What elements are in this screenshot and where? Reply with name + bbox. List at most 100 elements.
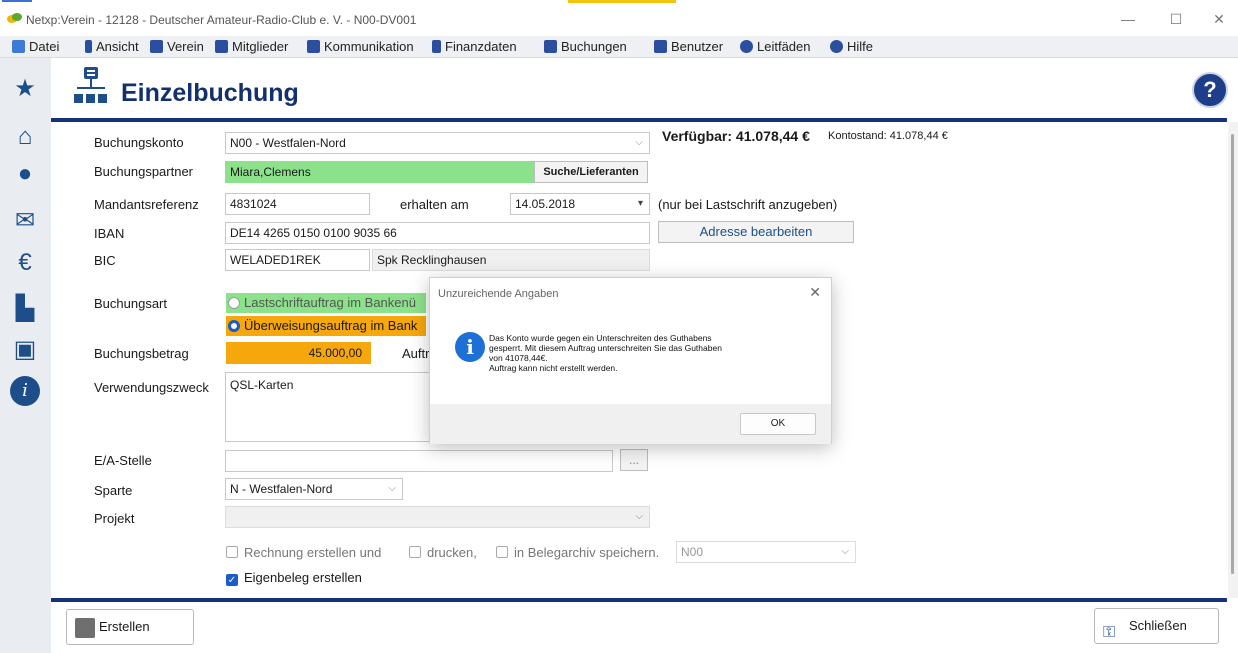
- rechnung-checkbox[interactable]: Rechnung erstellen und: [226, 545, 381, 560]
- user-admin-icon[interactable]: ▣: [10, 335, 40, 365]
- menu-bar: Datei Ansicht Verein Mitglieder Kommunik…: [0, 36, 1238, 58]
- checkbox-box: [226, 546, 238, 558]
- bic-label: BIC: [94, 253, 116, 268]
- lastschrift-note: (nur bei Lastschrift anzugeben): [658, 197, 838, 212]
- schliessen-button[interactable]: ⚿ Schließen: [1094, 608, 1219, 644]
- close-window-button[interactable]: ✕: [1205, 8, 1233, 30]
- belegarchiv-select[interactable]: N00 ⌵: [676, 541, 856, 563]
- members-icon: [215, 40, 228, 53]
- projekt-select[interactable]: ⌵: [225, 506, 650, 528]
- home-icon[interactable]: ⌂: [10, 122, 40, 152]
- iban-label: IBAN: [94, 226, 125, 241]
- adresse-bearbeiten-button[interactable]: Adresse bearbeiten: [658, 221, 854, 243]
- document-icon: [85, 40, 92, 53]
- bookings-icon: [544, 40, 557, 53]
- hierarchy-icon: [74, 67, 107, 103]
- dialog-message: Das Konto wurde gegen ein Unterschreiten…: [489, 333, 722, 373]
- mandat-label: Mandantsreferenz: [94, 197, 199, 212]
- user-icon: [654, 40, 667, 53]
- verfuegbar-text: Verfügbar: 41.078,44 €: [662, 128, 810, 144]
- radio-ueberweisung[interactable]: Überweisungsauftrag im Bank: [226, 316, 426, 336]
- zweck-textarea[interactable]: QSL-Karten: [225, 372, 435, 442]
- help-icon: [830, 40, 843, 53]
- menu-hilfe[interactable]: Hilfe: [830, 39, 873, 54]
- maximize-button[interactable]: ☐: [1162, 8, 1190, 30]
- radio-dot-selected: [228, 320, 240, 332]
- menu-verein[interactable]: Verein: [150, 39, 204, 54]
- app-logo-icon: [7, 13, 22, 23]
- chevron-down-icon: ⌵: [635, 137, 643, 148]
- mandat-input[interactable]: 4831024: [225, 193, 370, 215]
- checkbox-box: [496, 546, 508, 558]
- vertical-scrollbar[interactable]: [1228, 122, 1238, 598]
- minimize-button[interactable]: —: [1114, 8, 1142, 30]
- dialog-title: Unzureichende Angaben: [438, 288, 559, 300]
- title-bar: Netxp:Verein - 12128 - Deutscher Amateur…: [0, 0, 1238, 36]
- partner-search-button[interactable]: Suche/Lieferanten: [534, 161, 648, 183]
- erstellen-button[interactable]: Erstellen: [66, 609, 194, 645]
- envelope-icon: [307, 40, 320, 53]
- sidebar: ★ ⌂ ● ✉ € ▙ ▣ i: [0, 58, 51, 653]
- erhalten-date-picker[interactable]: 14.05.2018 ▾: [510, 193, 650, 215]
- ea-label: E/A-Stelle: [94, 453, 152, 468]
- ok-button[interactable]: OK: [740, 413, 816, 435]
- members-icon[interactable]: ●: [10, 159, 40, 189]
- footer-divider: [51, 598, 1227, 602]
- chevron-down-icon: ⌵: [841, 546, 849, 557]
- header-divider: [51, 118, 1227, 122]
- key-icon: ⚿: [1103, 624, 1116, 641]
- buchungskonto-label: Buchungskonto: [94, 135, 184, 150]
- chevron-down-icon: ⌵: [388, 483, 396, 494]
- betrag-label: Buchungsbetrag: [94, 346, 189, 361]
- info-icon[interactable]: i: [10, 376, 40, 406]
- money-bag-icon: [432, 40, 441, 53]
- projekt-label: Projekt: [94, 511, 135, 526]
- checkbox-box: [409, 546, 421, 558]
- partner-label: Buchungspartner: [94, 164, 194, 179]
- drucken-checkbox[interactable]: drucken,: [409, 545, 477, 560]
- bic-input[interactable]: WELADED1REK: [225, 249, 370, 271]
- checkbox-checked: ✓: [226, 574, 238, 586]
- belegarchiv-checkbox[interactable]: in Belegarchiv speichern.: [496, 545, 659, 560]
- chevron-down-icon: ⌵: [635, 511, 643, 522]
- dialog-close-icon[interactable]: ✕: [809, 284, 821, 301]
- scrollbar-thumb[interactable]: [1231, 134, 1234, 574]
- sparte-label: Sparte: [94, 483, 133, 498]
- erhalten-label: erhalten am: [400, 197, 469, 212]
- menu-mitglieder[interactable]: Mitglieder: [215, 39, 288, 54]
- buchungsart-label: Buchungsart: [94, 296, 167, 311]
- buchungskonto-select[interactable]: N00 - Westfalen-Nord ⌵: [225, 132, 650, 154]
- auftrag-label: Auftr: [402, 346, 430, 361]
- money-bag-icon[interactable]: €: [10, 248, 40, 278]
- kontostand-text: Kontostand: 41.078,44 €: [828, 130, 948, 142]
- menu-ansicht[interactable]: Ansicht: [85, 39, 139, 54]
- menu-finanzdaten[interactable]: Finanzdaten: [432, 39, 517, 54]
- sparte-select[interactable]: N - Westfalen-Nord ⌵: [225, 478, 403, 500]
- menu-leitfaeden[interactable]: Leitfäden: [740, 39, 811, 54]
- ea-browse-button[interactable]: ...: [620, 449, 648, 471]
- eigenbeleg-checkbox[interactable]: ✓ Eigenbeleg erstellen: [226, 570, 362, 586]
- menu-buchungen[interactable]: Buchungen: [544, 39, 627, 54]
- betrag-input[interactable]: 45.000,00: [226, 342, 371, 364]
- dialog-footer: OK: [430, 404, 831, 444]
- envelope-icon[interactable]: ✉: [10, 206, 40, 236]
- radio-lastschrift[interactable]: Lastschriftauftrag im Bankenü: [226, 293, 426, 313]
- partner-field[interactable]: Miara,Clemens: [225, 161, 535, 183]
- title-accent-line: [2, 0, 32, 2]
- zweck-label: Verwendungszweck: [94, 380, 209, 395]
- home-icon: [150, 40, 163, 53]
- favorites-star-icon[interactable]: ★: [10, 74, 40, 104]
- ea-input[interactable]: [225, 450, 613, 472]
- error-dialog: Unzureichende Angaben ✕ i Das Konto wurd…: [429, 277, 832, 444]
- help-button[interactable]: ?: [1192, 72, 1228, 108]
- bookings-icon[interactable]: ▙: [10, 294, 40, 324]
- save-icon: [75, 618, 95, 638]
- menu-kommunikation[interactable]: Kommunikation: [307, 39, 414, 54]
- info-icon: i: [455, 332, 485, 362]
- menu-benutzer[interactable]: Benutzer: [654, 39, 723, 54]
- iban-input[interactable]: DE14 4265 0150 0100 9035 66: [225, 222, 650, 244]
- page-title: Einzelbuchung: [121, 79, 299, 107]
- taskbar-accent: [568, 0, 676, 3]
- menu-datei[interactable]: Datei: [12, 39, 59, 54]
- bank-name-field: Spk Recklinghausen: [372, 249, 650, 271]
